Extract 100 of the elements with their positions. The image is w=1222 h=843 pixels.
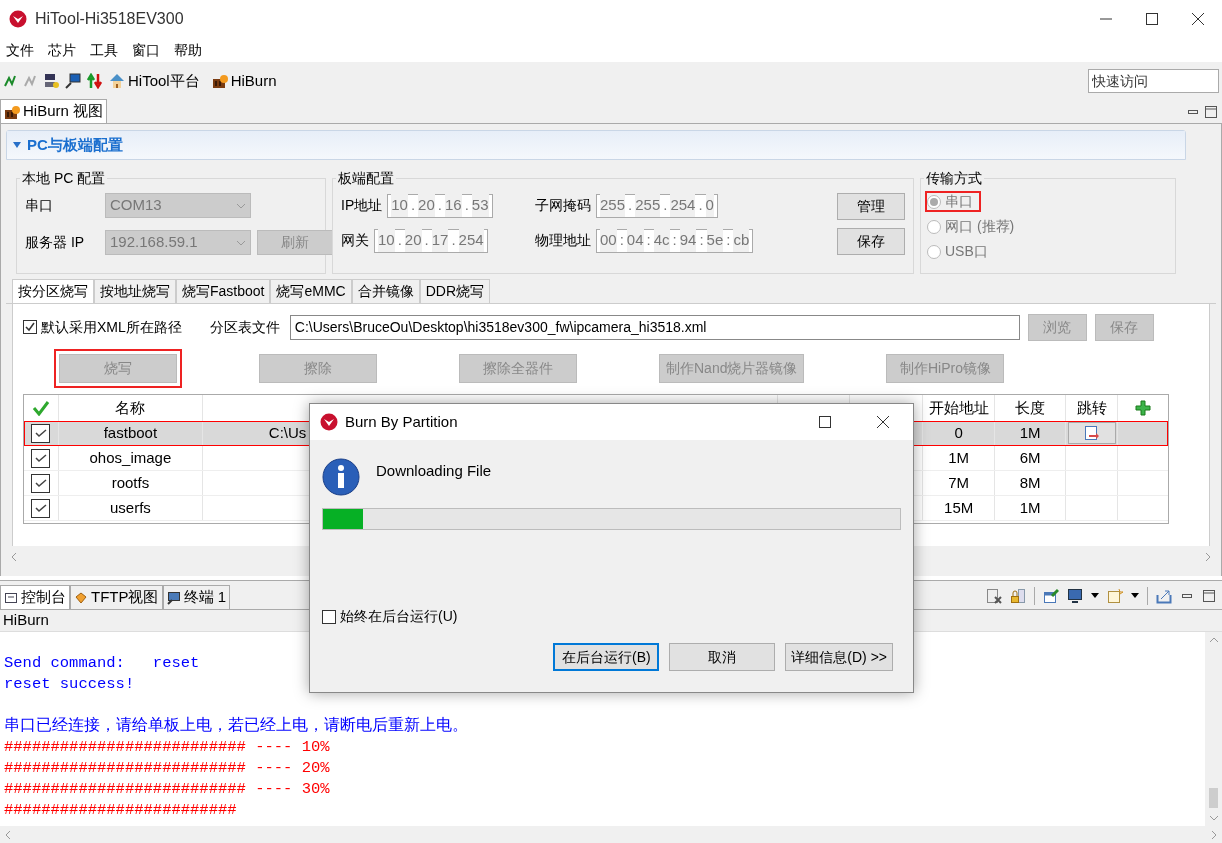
window-title: HiTool-Hi3518EV300 (35, 9, 184, 29)
dialog-title: Burn By Partition (345, 411, 458, 432)
table-cell: rootfs (58, 471, 203, 495)
check-icon (35, 453, 47, 463)
scroll-left-icon (4, 829, 12, 840)
check-icon (35, 503, 47, 513)
maximize-icon (1146, 13, 1158, 25)
clear-console-icon (986, 588, 1002, 604)
home-icon (109, 73, 125, 89)
console-title: HiBurn (3, 610, 49, 631)
chevron-down-icon (236, 239, 246, 246)
console-line: Send command: reset (4, 653, 200, 674)
scroll-right-icon (1204, 552, 1212, 562)
field-label: 子网掩码 (535, 196, 591, 215)
table-cell: 1M (923, 446, 996, 470)
transfer-arrows-icon (87, 73, 103, 89)
open-console-icon (1156, 588, 1172, 604)
table-cell: userfs (58, 496, 203, 520)
console-line: reset success! (4, 674, 135, 695)
info-icon (322, 458, 360, 496)
new-console-icon (1107, 588, 1123, 604)
address-field[interactable]: 10 . 20 . 17 . 254 (374, 228, 488, 253)
address-field[interactable]: 255 . 255 . 254 . 0 (596, 193, 718, 218)
partition-tab[interactable]: 烧写eMMC (270, 279, 352, 303)
table-cell: 1M (995, 421, 1067, 445)
table-cell: 7M (923, 471, 996, 495)
console-tab[interactable]: 控制台 (0, 585, 70, 609)
board-button[interactable]: 管理 (837, 193, 905, 220)
scroll-down-icon (1208, 814, 1219, 822)
board-button[interactable]: 保存 (837, 228, 905, 255)
field-label: 服务器 IP (25, 233, 86, 252)
maximize-view-icon (1204, 105, 1218, 119)
table-cell: 8M (995, 471, 1067, 495)
menu-item[interactable]: 帮助 (174, 39, 202, 61)
console-icon (4, 590, 18, 605)
maximize-view-icon (1202, 589, 1216, 603)
row-checkbox[interactable] (31, 423, 51, 443)
field-label: 分区表文件 (209, 317, 280, 337)
vertical-scrollbar[interactable] (1205, 632, 1222, 826)
hiburn-link[interactable]: HiBurn (230, 69, 277, 93)
add-icon (1135, 400, 1151, 416)
partition-tab[interactable]: 按分区烧写 (12, 279, 94, 303)
row-checkbox[interactable] (31, 473, 51, 493)
table-cell-text: C:\Us (268, 422, 307, 443)
view-tab[interactable]: HiBurn 视图 (0, 99, 108, 123)
menu-item[interactable]: 文件 (6, 39, 34, 61)
address-field[interactable]: 00 : 04 : 4c : 94 : 5e : cb (596, 228, 754, 253)
table-cell: 15M (923, 496, 996, 520)
maximize-icon (819, 416, 831, 428)
dropdown-icon (1091, 593, 1099, 599)
burner-icon (4, 103, 20, 120)
partition-tab[interactable]: 烧写Fastboot (176, 279, 271, 303)
app-logo-icon (320, 413, 338, 431)
console-tab[interactable]: 终端 1 (162, 585, 230, 609)
chevron-down-icon (236, 202, 246, 209)
partition-file-field[interactable]: C:\Users\BruceOu\Desktop\hi3518ev300_fw\ipcamera_hi3518.xml (289, 314, 1020, 340)
check-icon (35, 428, 47, 438)
dropdown-icon (1131, 593, 1139, 599)
burner-icon (211, 73, 228, 89)
table-cell: 0 (923, 421, 996, 445)
hitool-platform-link[interactable]: HiTool平台 (128, 69, 200, 93)
dialog-button[interactable]: 取消 (669, 643, 776, 671)
console-tab[interactable]: TFTP视图 (70, 585, 163, 609)
check-icon (25, 322, 35, 332)
horizontal-scrollbar[interactable] (0, 826, 1222, 843)
quick-access-field[interactable]: 快速访问 (1088, 69, 1219, 93)
partition-tab[interactable]: 合并镜像 (351, 279, 420, 303)
check-icon (35, 478, 47, 488)
field-label: 串口 (25, 196, 54, 215)
connect-icon (3, 74, 17, 88)
table-cell: ohos_image (58, 446, 203, 470)
menu-item[interactable]: 工具 (90, 39, 118, 61)
console-line: ########################## ---- 20% (4, 758, 330, 779)
scroll-right-icon (1210, 829, 1218, 840)
partition-tab[interactable]: 按地址烧写 (94, 279, 176, 303)
menu-item[interactable]: 芯片 (48, 39, 76, 61)
scroll-lock-icon (1010, 588, 1026, 604)
dialog-button[interactable]: 在后台运行(B) (553, 643, 660, 671)
row-checkbox[interactable] (31, 498, 51, 518)
dialog-button[interactable]: 详细信息(D) >> (785, 643, 893, 671)
close-icon (1192, 13, 1204, 25)
pin-console-icon (1043, 588, 1059, 604)
table-cell: 6M (995, 446, 1067, 470)
field-label: 网关 (341, 231, 369, 250)
address-field[interactable]: 10 . 20 . 16 . 53 (387, 193, 493, 218)
menu-item[interactable]: 窗口 (132, 39, 160, 61)
checkbox-option[interactable]: 始终在后台运行(U) (322, 606, 901, 627)
disconnect-icon (23, 74, 37, 88)
console-line: 串口已经连接，请给单板上电，若已经上电，请断电后重新上电。 (4, 716, 468, 737)
table-cell: fastboot (58, 421, 203, 445)
scroll-up-icon (1208, 636, 1219, 644)
console-line: ########################## ---- 30% (4, 779, 330, 800)
scrollbar-thumb[interactable] (1209, 788, 1218, 808)
checkbox-option[interactable]: 默认采用XML所在路径 (23, 316, 182, 338)
console-line: ########################## ---- 10% (4, 737, 330, 758)
table-cell: 1M (995, 496, 1067, 520)
section-header[interactable]: PC与板端配置 (7, 131, 1185, 159)
partition-tab[interactable]: DDR烧写 (419, 279, 491, 303)
scroll-left-icon (10, 552, 18, 562)
row-checkbox[interactable] (31, 448, 51, 468)
